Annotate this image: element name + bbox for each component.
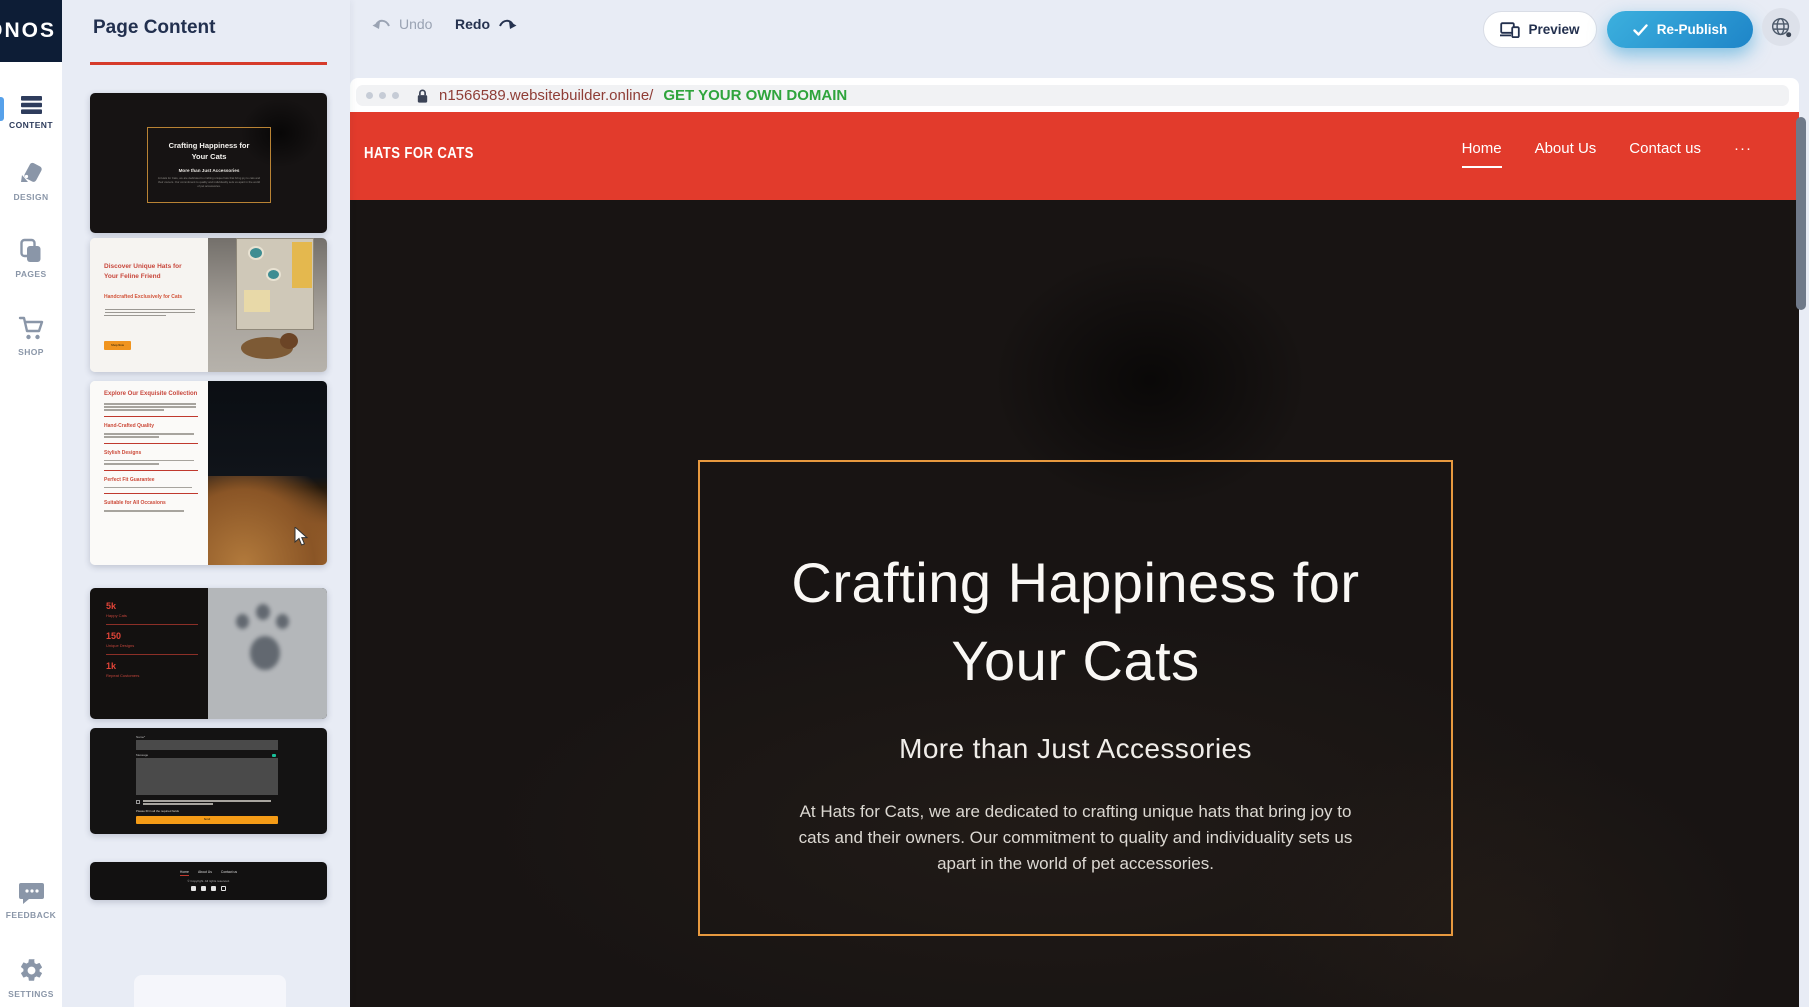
sidebar-item-settings[interactable]: SETTINGS — [0, 957, 62, 999]
page-content-panel: Page Content Crafting Happiness forYour … — [62, 0, 350, 1007]
thumb-heading: Discover Unique Hats for Your Feline Fri… — [104, 262, 196, 282]
sidebar-item-feedback[interactable]: FEEDBACK — [0, 880, 62, 920]
icon-sidebar: IONOS CONTENT DESIGN PAGES — [0, 0, 62, 1007]
thumb-heading: Explore Our Exquisite Collection — [104, 391, 198, 397]
app-window: IONOS CONTENT DESIGN PAGES — [0, 0, 1809, 1007]
form-status-icon — [272, 754, 276, 757]
pages-copy-icon — [18, 238, 44, 264]
nav-more-button[interactable]: ··· — [1734, 140, 1752, 157]
window-dot — [379, 92, 386, 99]
mini-send-button: Send — [136, 816, 278, 825]
lock-icon — [415, 88, 430, 104]
globe-icon — [1770, 16, 1793, 39]
site-nav: Home About Us Contact us ··· — [1462, 140, 1752, 168]
feedback-bubble-icon — [18, 880, 45, 905]
nav-contact[interactable]: Contact us — [1629, 140, 1701, 166]
window-dot — [392, 92, 399, 99]
section-thumbnail-contact-form[interactable]: Name* Message Please fill in all the req… — [90, 728, 327, 834]
next-thumbnail-peek — [134, 975, 286, 1007]
section-thumbnail-collection[interactable]: Explore Our Exquisite Collection Hand-Cr… — [90, 381, 327, 565]
window-dot — [366, 92, 373, 99]
shop-now-button: Shop Now — [104, 341, 131, 350]
checkmark-icon — [1633, 24, 1648, 36]
mini-checkbox — [136, 800, 140, 804]
hero-paragraph[interactable]: At Hats for Cats, we are dedicated to cr… — [791, 799, 1361, 878]
nav-home[interactable]: Home — [1462, 140, 1502, 168]
hero-subtitle[interactable]: More than Just Accessories — [899, 733, 1252, 765]
paw-print-photo — [208, 588, 327, 719]
sidebar-item-label: PAGES — [15, 269, 46, 279]
design-swatch-icon — [18, 160, 44, 187]
devices-icon — [1500, 22, 1520, 38]
selected-text-block[interactable]: Crafting Happiness for Your Cats More th… — [698, 460, 1453, 936]
section-thumbnail-stats[interactable]: 5k Happy Cats 150 Unique Designs 1k Repe… — [90, 588, 327, 719]
undo-icon — [372, 17, 392, 31]
site-header[interactable]: HATS FOR CATS Home About Us Contact us ·… — [350, 112, 1799, 200]
sidebar-item-pages[interactable]: PAGES — [0, 238, 62, 279]
sidebar-item-shop[interactable]: SHOP — [0, 315, 62, 357]
mini-social-icons — [90, 886, 327, 892]
site-logo[interactable]: HATS FOR CATS — [364, 145, 474, 163]
sidebar-item-label: FEEDBACK — [6, 910, 56, 920]
mouse-cursor — [294, 527, 310, 547]
shop-cart-icon — [17, 315, 45, 342]
website-preview: HATS FOR CATS Home About Us Contact us ·… — [350, 112, 1799, 1007]
ionos-logo-text: IONOS — [0, 19, 56, 43]
preview-browser-chrome: n1566589.websitebuilder.online/ GET YOUR… — [350, 78, 1799, 112]
redo-button[interactable]: Redo — [455, 16, 517, 32]
sidebar-item-design[interactable]: DESIGN — [0, 160, 62, 202]
get-domain-link[interactable]: GET YOUR OWN DOMAIN — [663, 87, 847, 104]
street-cat-photo — [208, 238, 327, 372]
undo-button[interactable]: Undo — [372, 16, 432, 32]
language-globe-button[interactable] — [1762, 8, 1800, 46]
sidebar-item-label: DESIGN — [14, 192, 49, 202]
preview-scrollbar[interactable] — [1796, 117, 1806, 310]
sidebar-item-label: SETTINGS — [8, 989, 54, 999]
url-bar: n1566589.websitebuilder.online/ GET YOUR… — [356, 85, 1789, 106]
section-thumbnail-discover[interactable]: Discover Unique Hats for Your Feline Fri… — [90, 238, 327, 372]
sidebar-item-content[interactable]: CONTENT — [0, 95, 62, 130]
mini-name-input — [136, 740, 278, 750]
hero-section[interactable]: Crafting Happiness for Your Cats More th… — [350, 200, 1799, 1007]
ionos-logo[interactable]: IONOS — [0, 0, 62, 62]
content-blocks-icon — [20, 95, 43, 115]
sidebar-item-label: SHOP — [18, 347, 44, 357]
hero-thumb-selection-box: Crafting Happiness forYour Cats More tha… — [147, 127, 271, 203]
mini-message-textarea — [136, 758, 278, 795]
site-url: n1566589.websitebuilder.online/ — [439, 87, 653, 104]
sidebar-item-label: CONTENT — [9, 120, 53, 130]
panel-divider — [90, 62, 327, 65]
settings-gear-icon — [18, 957, 45, 984]
editor-main: Undo Redo Preview — [350, 0, 1809, 1007]
preview-button[interactable]: Preview — [1483, 11, 1597, 48]
section-thumbnail-footer[interactable]: Home About Us Contact us © Copyright. Al… — [90, 862, 327, 900]
thumb-subheading: Handcrafted Exclusively for Cats — [104, 294, 196, 300]
hero-title[interactable]: Crafting Happiness for Your Cats — [791, 544, 1359, 701]
editor-topbar: Undo Redo Preview — [350, 0, 1809, 68]
active-indicator — [0, 97, 4, 121]
section-thumbnail-hero[interactable]: Crafting Happiness forYour Cats More tha… — [90, 93, 327, 233]
panel-title: Page Content — [93, 17, 215, 39]
republish-button[interactable]: Re-Publish — [1607, 11, 1753, 48]
redo-icon — [497, 17, 517, 31]
nav-about[interactable]: About Us — [1535, 140, 1597, 166]
